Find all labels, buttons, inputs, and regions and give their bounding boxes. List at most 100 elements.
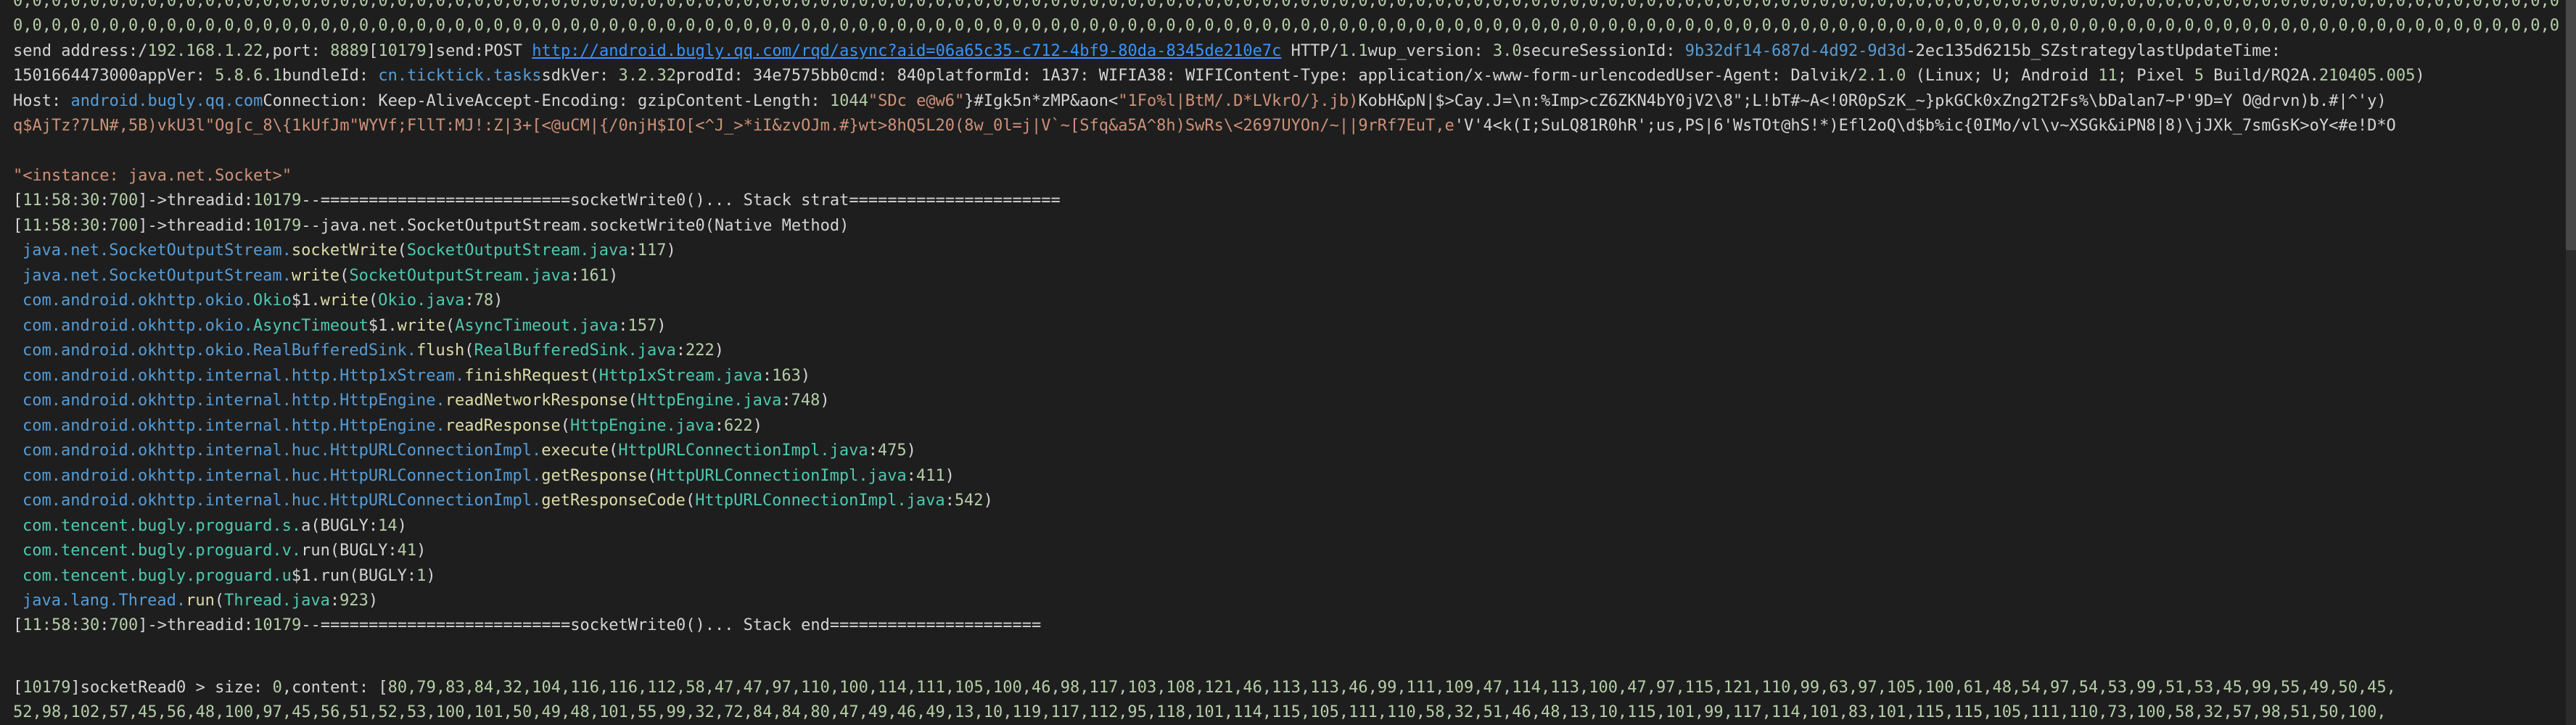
stack-frame-sep: $1. bbox=[291, 291, 321, 310]
stack-frame-file: SocketOutputStream.java bbox=[406, 241, 628, 260]
stack-frame-line-number: 475 bbox=[877, 442, 907, 460]
stack-frame-file: HttpEngine.java bbox=[637, 392, 782, 410]
stack-frame-paren: ) bbox=[493, 291, 503, 310]
stack-frame-file: Thread.java bbox=[224, 592, 330, 610]
line-2-segment: appVer: bbox=[138, 67, 215, 85]
stack-frame-paren: ) bbox=[906, 442, 916, 460]
stack-frame-colon: : bbox=[714, 416, 724, 435]
stack-frame-package: com.android.okhttp.internal.huc.HttpURLC… bbox=[22, 492, 542, 510]
line-2-segment: 3.2.32 bbox=[618, 67, 676, 85]
stack-frame: com.tencent.bugly.proguard.v.run(BUGLY:4… bbox=[22, 539, 426, 564]
line-3-segment: android.bugly.qq.com bbox=[70, 92, 263, 110]
line-1-segment: http://android.bugly.qq.com/rqd/async?ai… bbox=[532, 42, 1282, 60]
stack-frame-method: write bbox=[320, 291, 369, 310]
stack-frame-package: com.android.okhttp.internal.http.Http1xS… bbox=[22, 366, 465, 385]
line-1-segment: 3.0 bbox=[1492, 42, 1522, 60]
stack-frame-colon: : bbox=[781, 392, 791, 410]
stack-frame-method: write bbox=[397, 316, 445, 335]
stack-frame: com.android.okhttp.internal.huc.HttpURLC… bbox=[22, 439, 916, 464]
stack-frame-paren: ) bbox=[945, 466, 955, 485]
stack-frame-paren: ( bbox=[560, 416, 570, 435]
log-line-app-info: 1501664473000appVer: 5.8.6.1bundleId: cn… bbox=[13, 64, 2425, 89]
stack-frame-sep: $1. bbox=[368, 316, 398, 335]
stack-frame-paren: ( bbox=[608, 442, 619, 460]
stack-frame-package: java.net.SocketOutputStream. bbox=[22, 266, 292, 285]
stack-frame: com.tencent.bugly.proguard.s.a(BUGLY:14) bbox=[22, 514, 407, 539]
stack-frame: com.android.okhttp.okio.Okio$1.write(Oki… bbox=[22, 289, 503, 314]
stack-frame-class: u bbox=[281, 566, 292, 585]
line-2-segment: ) bbox=[2415, 67, 2425, 85]
log-line-write-end: [11:58:30:700]->threadid:10179--========… bbox=[13, 616, 1042, 634]
stack-frame-package: com.android.okhttp.internal.huc.HttpURLC… bbox=[22, 442, 542, 460]
stack-frame: com.android.okhttp.internal.http.HttpEng… bbox=[22, 414, 762, 439]
stack-frame-colon: : bbox=[906, 466, 916, 485]
stack-frame-colon: : bbox=[464, 291, 474, 310]
stack-frame-paren: ( bbox=[464, 341, 474, 360]
line-2-segment: prodId: 34e7575bb0cmd: 840platformId: 1A… bbox=[675, 67, 1859, 85]
line-3-segment: Host: bbox=[13, 92, 71, 110]
stack-frame-colon: : bbox=[618, 316, 628, 335]
line-2-segment: 210405.005 bbox=[2318, 67, 2416, 85]
stack-frame-colon: : bbox=[368, 516, 379, 535]
stack-frame-paren: ( bbox=[445, 316, 456, 335]
log-line-instance: "<instance: java.net.Socket>" bbox=[13, 167, 292, 185]
stack-frame: com.android.okhttp.internal.http.Http1xS… bbox=[22, 364, 810, 389]
stack-frame-file: BUGLY bbox=[340, 542, 388, 560]
stack-frame-colon: : bbox=[329, 592, 340, 610]
line-3-segment: "SDc e@w6" bbox=[868, 92, 965, 110]
stack-frame-paren: ) bbox=[666, 241, 676, 260]
stack-frame-package: com.android.okhttp.internal.huc.HttpURLC… bbox=[22, 466, 542, 485]
stack-frame-paren: ) bbox=[657, 316, 667, 335]
stack-frame-paren: ( bbox=[340, 266, 350, 285]
log-line-payload: q$AjTz?7LN#,5B)vkU3l"Og[c_8\{1kUfJm"WYVf… bbox=[13, 114, 2396, 139]
stack-frame-package: java.lang.Thread. bbox=[22, 592, 186, 610]
stack-frame-class: AsyncTimeout bbox=[252, 316, 369, 335]
log-line-send-address: send address:/192.168.1.22,port: 8889[10… bbox=[13, 39, 2281, 65]
line-2-segment: 11 bbox=[2098, 67, 2118, 85]
stack-frame-package: com.android.okhttp.okio.RealBufferedSink… bbox=[22, 341, 417, 360]
stack-frame-package: com.tencent.bugly.proguard. bbox=[22, 566, 282, 585]
line-1-segment: HTTP/ bbox=[1281, 42, 1339, 60]
line-1-segment: 192.168.1.22 bbox=[147, 42, 263, 60]
stack-frame: com.android.okhttp.okio.RealBufferedSink… bbox=[22, 339, 724, 364]
log-line-native: [11:58:30:700]->threadid:10179--java.net… bbox=[13, 217, 849, 235]
line-2-segment: 5 bbox=[2194, 67, 2204, 85]
log-line-socket-read: [10179]socketRead0 > size: 0,content: [8… bbox=[13, 679, 2396, 697]
stack-frame-paren: ) bbox=[820, 392, 830, 410]
stack-frame: java.net.SocketOutputStream.write(Socket… bbox=[22, 264, 618, 289]
stack-frame-method: getResponseCode bbox=[541, 492, 686, 510]
stack-frame-file: HttpEngine.java bbox=[570, 416, 715, 435]
line-1-segment: 8889 bbox=[330, 42, 369, 60]
line-1-segment: -2ec135d6215b_SZstrategylastUpdateTime: bbox=[1906, 42, 2281, 60]
stack-frame-package: com.android.okhttp.okio. bbox=[22, 316, 253, 335]
stack-frame-colon: : bbox=[406, 566, 417, 585]
stack-frame-file: SocketOutputStream.java bbox=[349, 266, 570, 285]
stack-frame: java.lang.Thread.run(Thread.java:923) bbox=[22, 589, 378, 614]
stack-frame-colon: : bbox=[868, 442, 878, 460]
stack-frame-paren: ( bbox=[310, 516, 321, 535]
stack-frame-line-number: 222 bbox=[685, 341, 715, 360]
line-2-segment: cn.ticktick.tasks bbox=[378, 67, 542, 85]
stack-frame-method: socketWrite bbox=[291, 241, 398, 260]
line-1-segment: ,port: bbox=[263, 42, 331, 60]
stack-frame-line-number: 157 bbox=[627, 316, 657, 335]
line-3-segment: Connection: Keep-AliveAccept-Encoding: g… bbox=[263, 92, 830, 110]
stack-frame: com.android.okhttp.okio.AsyncTimeout$1.w… bbox=[22, 314, 667, 339]
log-editor[interactable]: 0,0,0,0,0,0,0,0,0,0,0,0,0,0,0,0,0,0,0,0,… bbox=[0, 0, 2561, 725]
stack-frame-paren: ( bbox=[329, 542, 340, 560]
stack-frame-method: getResponse bbox=[541, 466, 647, 485]
line-1-segment: secureSessionId: bbox=[1521, 42, 1685, 60]
vertical-scrollbar[interactable] bbox=[2566, 0, 2576, 725]
log-line-socket-read-cont: 52,98,102,57,45,56,48,100,97,45,56,51,52… bbox=[13, 703, 2387, 721]
stack-frame-colon: : bbox=[762, 366, 773, 385]
stack-frame-method: readResponse bbox=[445, 416, 561, 435]
line-2-segment: (Linux; U; Android bbox=[1906, 67, 2099, 85]
stack-frame-colon: : bbox=[945, 492, 955, 510]
scrollbar-thumb[interactable] bbox=[2566, 0, 2576, 250]
line-3-segment: 1044 bbox=[829, 92, 868, 110]
stack-frame: com.android.okhttp.internal.huc.HttpURLC… bbox=[22, 489, 993, 514]
line-2-segment: sdkVer: bbox=[541, 67, 619, 85]
stack-frame-paren: ) bbox=[752, 416, 762, 435]
line-3-segment: KobH&pN|$>Cay.J=\n:%Imp>cZ6ZKN4bY0jV2\8"… bbox=[1358, 92, 2387, 110]
line-2-segment: 2.1.0 bbox=[1858, 67, 1906, 85]
